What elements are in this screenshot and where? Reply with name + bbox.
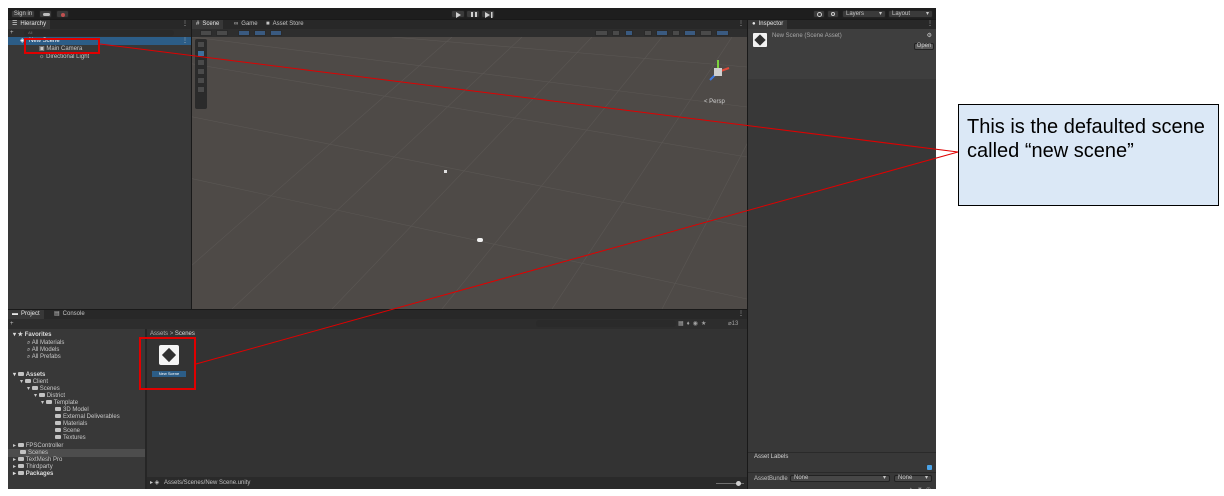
annotation-callout: This is the defaulted scene called “new … xyxy=(958,104,1219,206)
callout-lines xyxy=(99,43,959,365)
